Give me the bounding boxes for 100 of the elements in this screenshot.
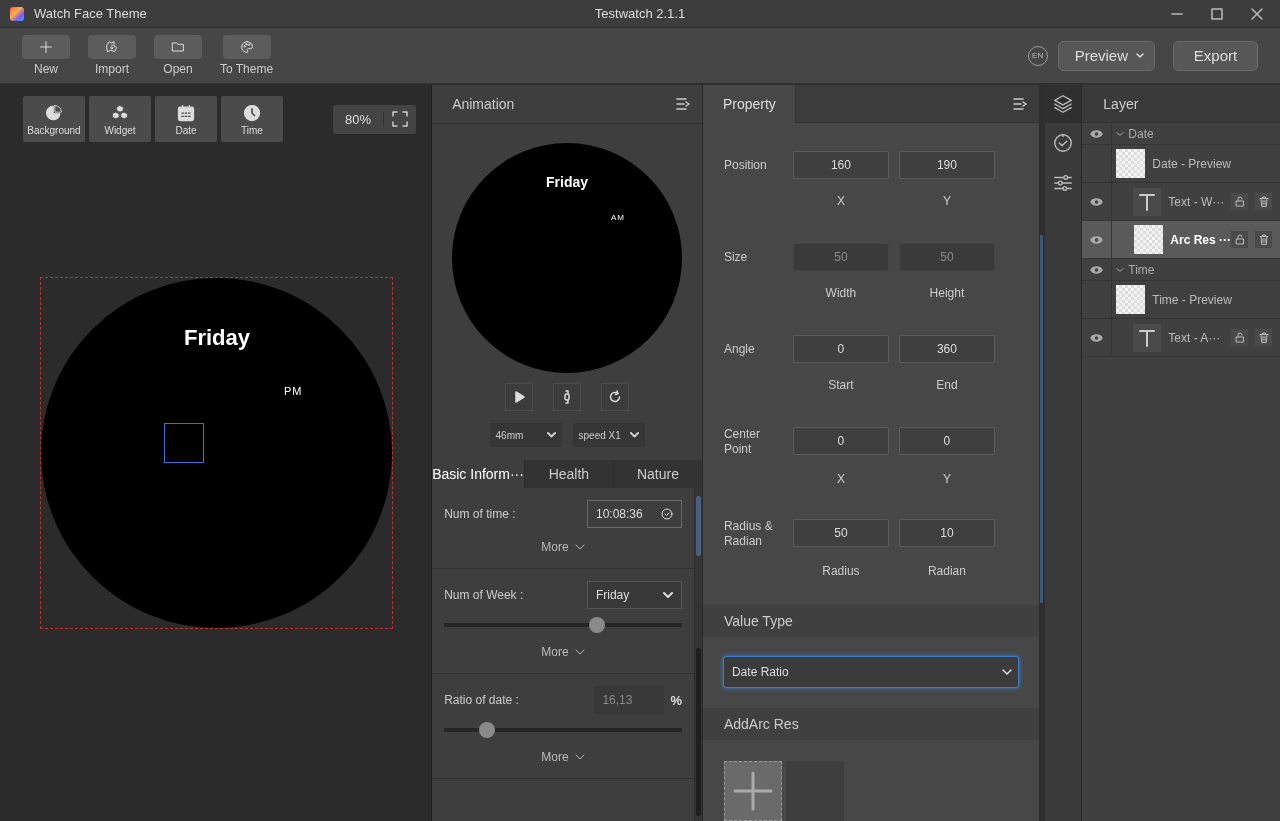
field-caption: End (935, 378, 959, 392)
collapse-icon[interactable] (675, 98, 690, 110)
eye-icon[interactable] (1090, 264, 1104, 275)
tool-button[interactable]: Widget (89, 96, 151, 142)
layer-item[interactable]: Time - Preview (1082, 281, 1280, 319)
caret-icon (546, 432, 556, 438)
field-label: Radius & Radian (723, 519, 774, 549)
selection-box[interactable] (164, 423, 204, 463)
section-heading: Value Type (702, 605, 1040, 637)
zoom-level: 80% (333, 111, 385, 127)
delete-button[interactable] (1255, 231, 1272, 248)
more-button[interactable]: More (541, 750, 585, 764)
speed-select[interactable]: speed X1 (572, 423, 645, 447)
add-resource-button[interactable] (723, 761, 782, 821)
zoom-control[interactable]: 80% (333, 104, 417, 134)
tool-button[interactable]: Background (23, 96, 85, 142)
field-label: Position (723, 157, 768, 173)
number-field[interactable]: 360 (898, 335, 995, 363)
maximize-icon[interactable] (1210, 6, 1224, 21)
play-button[interactable] (505, 383, 534, 411)
document-title: Testwatch 2.1.1 (594, 6, 686, 22)
unlock-icon (1234, 234, 1245, 245)
layer-item[interactable]: Date - Preview (1082, 145, 1280, 183)
watch-button[interactable] (553, 383, 582, 411)
field-label: Ratio of date : (444, 693, 519, 707)
more-button[interactable]: More (541, 645, 585, 659)
clock-icon[interactable] (1052, 132, 1075, 154)
field-label: Angle (723, 341, 756, 357)
number-field[interactable]: 10 (898, 519, 995, 547)
scrollbar[interactable] (693, 488, 702, 821)
panel-title: Layer (1082, 85, 1280, 123)
sliders-icon[interactable] (1052, 172, 1075, 194)
unlock-icon (1234, 196, 1245, 207)
field-caption: Y (941, 472, 952, 486)
scrollbar[interactable] (1039, 85, 1046, 821)
pie-chart-icon (44, 102, 64, 123)
number-field[interactable]: 0 (792, 335, 889, 363)
transparent-thumbnail (1134, 225, 1164, 254)
letter-t-icon (1139, 328, 1156, 347)
weekday-select[interactable]: Friday (586, 581, 682, 609)
field-label: Size (723, 249, 749, 265)
layer-group[interactable]: Date (1082, 123, 1280, 145)
number-field[interactable]: 50 (792, 519, 889, 547)
trash-icon (1258, 332, 1269, 343)
more-button[interactable]: More (541, 540, 585, 554)
time-field[interactable]: 10:08:36 (586, 500, 682, 528)
lock-button[interactable] (1231, 231, 1248, 248)
layer-item[interactable]: Text - A··· (1082, 319, 1280, 357)
unit-label: % (670, 692, 682, 708)
lock-button[interactable] (1231, 193, 1248, 210)
lock-button[interactable] (1231, 329, 1248, 346)
collapse-icon[interactable] (1013, 97, 1028, 110)
number-field[interactable]: 0 (792, 427, 889, 455)
reload-icon (608, 390, 623, 404)
tab[interactable]: Health (523, 460, 613, 488)
layer-item[interactable]: Arc Res ··· (1082, 221, 1280, 259)
field-caption: Y (941, 194, 952, 208)
chevron-down-icon (574, 544, 585, 550)
field-caption: Radian (926, 564, 967, 578)
slider-thumb[interactable] (478, 722, 495, 738)
field-label: Num of Week : (444, 588, 524, 602)
chevron-down-icon[interactable] (1116, 265, 1125, 274)
slider-thumb[interactable] (589, 617, 606, 633)
tool-button[interactable]: Time (221, 96, 283, 142)
eye-icon[interactable] (1090, 196, 1104, 207)
letter-t-icon (1139, 192, 1156, 211)
weekday-text: Friday (546, 174, 589, 190)
export-button[interactable]: Export (1173, 40, 1258, 71)
fullscreen-icon[interactable] (392, 111, 409, 127)
field-caption: Start (827, 378, 855, 392)
transparent-thumbnail (1116, 285, 1146, 314)
section-heading: AddArc Res (702, 708, 1040, 740)
eye-icon[interactable] (1090, 128, 1104, 139)
tab[interactable]: Nature (612, 460, 702, 488)
value-type-select[interactable]: Date Ratio (722, 656, 1020, 688)
ampm-text: PM (284, 385, 303, 397)
field-caption: Height (928, 286, 966, 300)
chevron-down-icon[interactable] (1116, 129, 1125, 138)
window-title: Watch Face Theme (34, 6, 147, 22)
caret-icon (662, 592, 673, 598)
size-select[interactable]: 46mm (489, 423, 562, 447)
reload-button[interactable] (601, 383, 630, 411)
caret-icon (629, 432, 639, 438)
palette-icon (238, 39, 255, 56)
number-field[interactable]: 160 (792, 151, 889, 179)
delete-button[interactable] (1255, 193, 1272, 210)
close-icon[interactable] (1250, 6, 1264, 21)
trash-icon (1258, 196, 1269, 207)
field-caption: X (835, 472, 846, 486)
layer-group[interactable]: Time (1082, 259, 1280, 281)
preview-button[interactable]: Preview (1057, 40, 1155, 71)
tool-button[interactable]: Date (155, 96, 217, 142)
layers-icon[interactable] (1052, 93, 1075, 115)
eye-icon[interactable] (1090, 234, 1104, 245)
plus-icon (732, 771, 773, 811)
number-field[interactable]: 190 (898, 151, 995, 179)
eye-icon[interactable] (1090, 332, 1104, 343)
delete-button[interactable] (1255, 329, 1272, 346)
number-field[interactable]: 0 (898, 427, 995, 455)
panel-tab[interactable]: Property (702, 85, 796, 123)
